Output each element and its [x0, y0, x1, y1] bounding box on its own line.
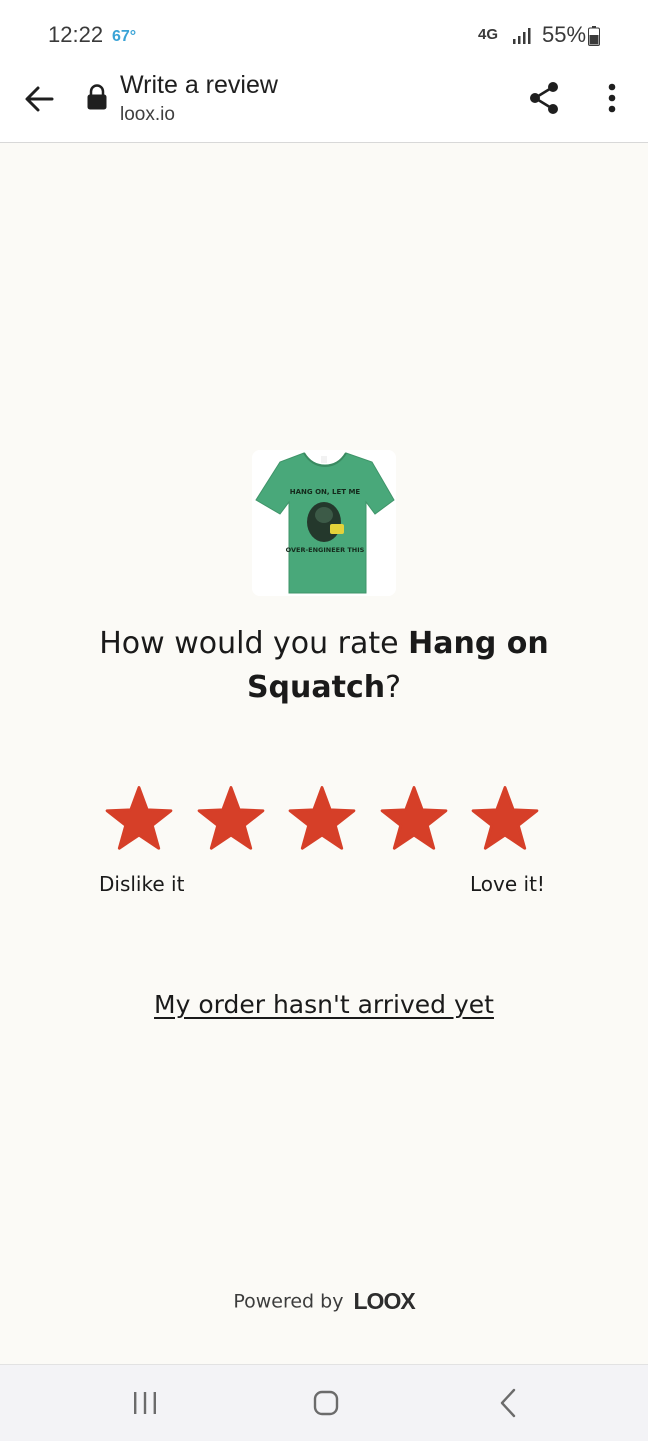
system-nav-bar — [0, 1364, 648, 1441]
recents-icon[interactable] — [130, 1389, 160, 1417]
signal-icon — [513, 28, 531, 44]
battery-percent: 55% — [542, 22, 587, 47]
rating-high-label: Love it! — [470, 872, 545, 896]
star-5-icon[interactable] — [470, 784, 540, 854]
page-url[interactable]: loox.io — [120, 104, 175, 126]
star-1-icon[interactable] — [104, 784, 174, 854]
star-4-icon[interactable] — [379, 784, 449, 854]
battery-icon — [588, 26, 600, 46]
status-time: 12:22 — [48, 22, 104, 47]
tshirt-image: HANG ON, LET ME OVER-ENGINEER THIS — [252, 450, 396, 596]
question-suffix: ? — [385, 670, 402, 705]
question-prefix: How would you rate — [99, 626, 409, 661]
status-temperature: 67° — [112, 28, 137, 45]
rating-question: How would you rate Hang on Squatch? — [60, 622, 588, 710]
share-icon[interactable] — [526, 80, 562, 116]
powered-by-text: Powered by — [233, 1290, 344, 1313]
product-image: HANG ON, LET ME OVER-ENGINEER THIS — [252, 450, 396, 596]
order-not-arrived-link[interactable]: My order hasn't arrived yet — [0, 990, 648, 1019]
rating-low-label: Dislike it — [99, 872, 185, 896]
back-arrow-icon[interactable] — [22, 82, 56, 116]
more-vert-icon[interactable] — [600, 80, 624, 116]
browser-toolbar: Write a review loox.io — [0, 71, 648, 143]
network-type: 4G — [478, 26, 499, 43]
page-title[interactable]: Write a review — [120, 71, 278, 100]
lock-icon[interactable] — [86, 84, 108, 110]
home-icon[interactable] — [312, 1389, 340, 1417]
star-rating — [104, 784, 548, 854]
loox-logo: LOOX — [353, 1288, 416, 1314]
status-bar: 12:22 67° 4G 55% — [0, 0, 648, 72]
back-icon[interactable] — [496, 1387, 520, 1419]
shirt-text-bottom: OVER-ENGINEER THIS — [286, 546, 365, 554]
star-2-icon[interactable] — [196, 784, 266, 854]
powered-by[interactable]: Powered by LOOX — [0, 1288, 648, 1315]
shirt-text-top: HANG ON, LET ME — [290, 488, 361, 496]
star-3-icon[interactable] — [287, 784, 357, 854]
